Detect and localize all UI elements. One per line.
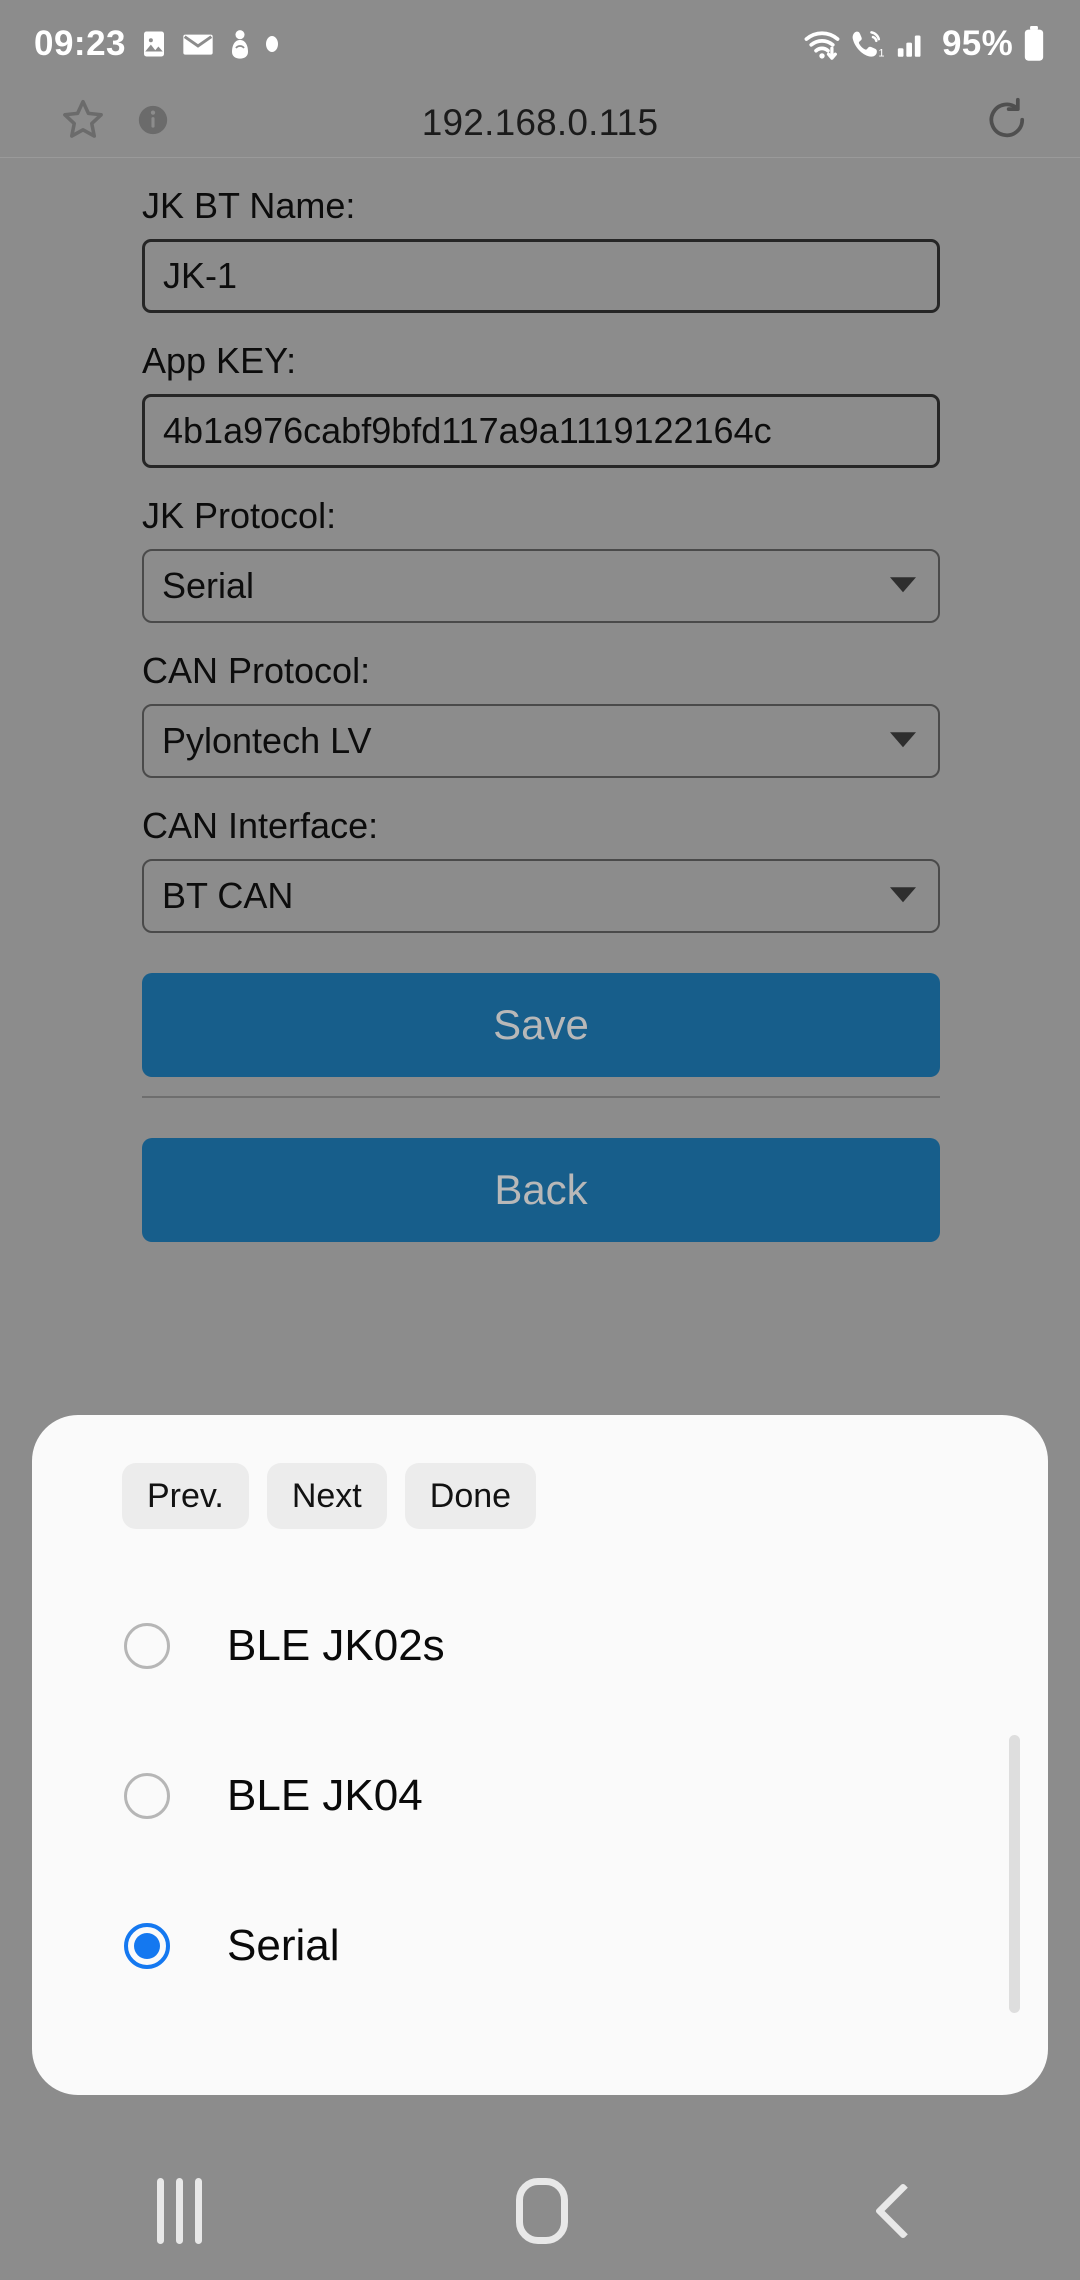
field-can-interface: CAN Interface: BT CAN — [0, 804, 1080, 933]
picker-option-ble-jk04[interactable]: BLE JK04 — [32, 1721, 1048, 1871]
wifi-icon — [803, 27, 841, 61]
back-icon[interactable] — [874, 2182, 932, 2240]
call-icon: 1 — [850, 27, 886, 61]
picker-option-serial[interactable]: Serial — [32, 1871, 1048, 2021]
clock: 09:23 — [34, 24, 127, 63]
radio-selected-icon[interactable] — [124, 1923, 170, 1969]
picker-option-label: BLE JK02s — [227, 1621, 445, 1670]
radio-icon[interactable] — [124, 1623, 170, 1669]
phone-screen: 09:23 1 95% 192.168.0.115 JK BT Name: JK… — [0, 0, 1080, 2280]
battery-percent: 95% — [942, 24, 1013, 63]
prev-button[interactable]: Prev. — [122, 1463, 249, 1529]
divider — [142, 1096, 940, 1098]
input-app-key[interactable]: 4b1a976cabf9bfd117a9a1119122164c — [142, 394, 940, 468]
picker-scrollbar[interactable] — [1009, 1735, 1020, 2013]
mail-icon — [182, 29, 214, 59]
label-can-protocol: CAN Protocol: — [142, 650, 371, 691]
select-picker-sheet: Prev. Next Done BLE JK02s BLE JK04 Seria… — [32, 1415, 1048, 2095]
back-button[interactable]: Back — [142, 1138, 940, 1242]
select-can-interface-value: BT CAN — [162, 875, 294, 916]
select-can-protocol[interactable]: Pylontech LV — [142, 704, 940, 778]
star-icon[interactable] — [58, 95, 108, 150]
field-can-protocol: CAN Protocol: Pylontech LV — [0, 649, 1080, 778]
android-nav-bar — [0, 2142, 1080, 2280]
web-page-content: JK BT Name: JK-1 App KEY: 4b1a976cabf9bf… — [0, 158, 1080, 1242]
label-can-interface: CAN Interface: — [142, 805, 379, 846]
signal-icon — [895, 28, 929, 60]
dot-icon — [266, 36, 279, 52]
field-app-key: App KEY: 4b1a976cabf9bfd117a9a1119122164… — [0, 339, 1080, 468]
app-icon — [227, 28, 253, 60]
status-bar-right: 1 95% — [803, 24, 1046, 64]
info-icon[interactable] — [136, 103, 170, 142]
select-jk-protocol-value: Serial — [162, 565, 255, 606]
label-jk-bt-name: JK BT Name: — [142, 185, 356, 226]
photo-icon — [139, 29, 169, 59]
select-can-interface[interactable]: BT CAN — [142, 859, 940, 933]
picker-toolbar: Prev. Next Done — [32, 1415, 1048, 1529]
recents-icon[interactable] — [157, 2178, 203, 2244]
chevron-down-icon — [890, 732, 916, 748]
svg-text:1: 1 — [878, 47, 884, 59]
radio-icon[interactable] — [124, 1773, 170, 1819]
field-jk-bt-name: JK BT Name: JK-1 — [0, 184, 1080, 313]
next-button[interactable]: Next — [266, 1463, 387, 1529]
chevron-down-icon — [890, 577, 916, 593]
status-bar-left: 09:23 — [34, 24, 279, 64]
label-jk-protocol: JK Protocol: — [142, 495, 337, 536]
reload-icon[interactable] — [982, 95, 1032, 150]
input-jk-bt-name[interactable]: JK-1 — [142, 239, 940, 313]
select-can-protocol-value: Pylontech LV — [162, 720, 372, 761]
select-jk-protocol[interactable]: Serial — [142, 549, 940, 623]
save-button[interactable]: Save — [142, 973, 940, 1077]
picker-option-ble-jk02s[interactable]: BLE JK02s — [32, 1571, 1048, 1721]
picker-option-list: BLE JK02s BLE JK04 Serial — [32, 1571, 1048, 2021]
field-jk-protocol: JK Protocol: Serial — [0, 494, 1080, 623]
picker-option-label: BLE JK04 — [227, 1771, 423, 1820]
status-bar: 09:23 1 95% — [0, 0, 1080, 88]
chevron-down-icon — [890, 887, 916, 903]
battery-icon — [1022, 26, 1046, 62]
home-icon[interactable] — [516, 2178, 569, 2244]
picker-option-label: Serial — [227, 1921, 340, 1970]
browser-address-bar[interactable]: 192.168.0.115 — [0, 88, 1080, 158]
label-app-key: App KEY: — [142, 340, 297, 381]
done-button[interactable]: Done — [404, 1463, 537, 1529]
